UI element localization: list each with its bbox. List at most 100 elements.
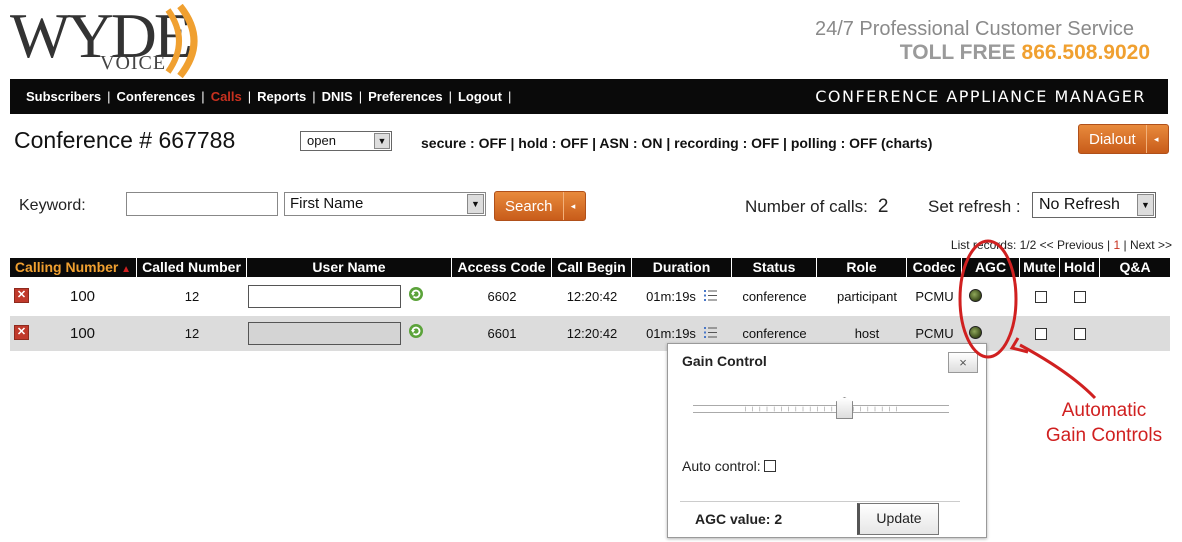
dropdown-arrow-icon[interactable]: ◂ — [562, 192, 583, 220]
called-number-cell: 12 — [184, 289, 200, 304]
called-number-cell: 12 — [184, 326, 200, 341]
logo-subtext: VOICE — [100, 52, 167, 74]
chevron-down-icon: ▼ — [1137, 194, 1154, 216]
column-user-name[interactable]: User Name — [247, 258, 452, 277]
list-details-icon[interactable] — [704, 326, 717, 339]
column-role[interactable]: Role — [817, 258, 907, 277]
search-button[interactable]: Search ◂ — [494, 191, 586, 221]
chevron-down-icon: ▼ — [374, 133, 390, 149]
annotation-arrow-line — [1019, 343, 1097, 400]
nav-separator: | — [201, 89, 205, 104]
nav-separator: | — [508, 89, 512, 104]
divider — [680, 501, 960, 502]
call-begin-cell: 12:20:42 — [566, 326, 618, 341]
access-code-cell: 6601 — [487, 326, 517, 341]
keyword-input[interactable] — [126, 192, 278, 216]
table-row: ✕ 100 12 6601 12:20:42 01m:19s conferenc… — [10, 316, 1170, 351]
column-qa[interactable]: Q&A — [1100, 258, 1170, 277]
nav-separator: | — [448, 89, 452, 104]
wyde-voice-logo: WYDE VOICE — [10, 4, 225, 78]
status-cell: conference — [742, 289, 807, 304]
slider-thumb[interactable] — [836, 397, 854, 419]
refresh-select-value: No Refresh — [1039, 196, 1120, 213]
nav-item-reports[interactable]: Reports — [257, 89, 306, 104]
conference-state-value: open — [307, 133, 336, 148]
nav-item-subscribers[interactable]: Subscribers — [26, 89, 101, 104]
mute-checkbox[interactable] — [1035, 291, 1047, 303]
column-duration[interactable]: Duration — [632, 258, 732, 277]
tagline: 24/7 Professional Customer Service — [814, 18, 1134, 40]
column-calling-number[interactable]: Calling Number ▲ — [10, 258, 137, 277]
column-status[interactable]: Status — [732, 258, 817, 277]
agc-control-icon[interactable] — [969, 326, 982, 339]
keyword-label: Keyword: — [19, 197, 86, 214]
save-refresh-icon[interactable] — [408, 323, 424, 339]
nav-separator: | — [247, 89, 252, 104]
app-title: CONFERENCE APPLIANCE MANAGER — [815, 87, 1146, 106]
calling-number-cell: 100 — [69, 288, 96, 305]
conference-state-select[interactable]: open ▼ — [300, 131, 392, 151]
nav-item-preferences[interactable]: Preferences — [368, 89, 442, 104]
dialout-button[interactable]: Dialout ◂ — [1078, 124, 1169, 154]
auto-control-checkbox[interactable] — [763, 460, 776, 472]
delete-call-icon[interactable]: ✕ — [14, 325, 29, 340]
column-call-begin[interactable]: Call Begin — [552, 258, 632, 277]
user-name-input[interactable] — [248, 285, 401, 308]
role-cell: participant — [837, 289, 897, 304]
dialog-titlebar[interactable]: Gain Control × — [668, 344, 986, 378]
toll-free: TOLL FREE 866.508.9020 — [900, 41, 1150, 65]
number-of-calls-label: Number of calls: — [745, 197, 868, 216]
calling-number-cell: 100 — [69, 325, 96, 342]
table-row: ✕ 100 12 6602 12:20:42 01m:19s conferenc… — [10, 279, 1170, 314]
number-of-calls: Number of calls: 2 — [745, 196, 888, 218]
nav-separator: | — [358, 89, 363, 104]
nav-item-conferences[interactable]: Conferences — [117, 89, 196, 104]
annotation-label: Automatic Gain Controls — [1030, 398, 1178, 448]
auto-control: Auto control: — [682, 458, 776, 474]
annotation-line-1: Automatic — [1061, 400, 1147, 421]
user-name-input[interactable] — [248, 322, 401, 345]
search-field-value: First Name — [290, 195, 364, 212]
duration-cell: 01m:19s — [646, 289, 696, 304]
agc-control-icon[interactable] — [969, 289, 982, 302]
refresh-select[interactable]: No Refresh ▼ — [1032, 192, 1156, 218]
dialog-title: Gain Control — [682, 353, 767, 369]
auto-control-label: Auto control: — [682, 458, 761, 474]
nav-menu: Subscribers | Conferences | Calls | Reports… — [26, 89, 511, 104]
logo-wave-icon — [165, 4, 198, 78]
nav-item-calls[interactable]: Calls — [211, 89, 242, 104]
pagination-page-1[interactable]: 1 — [1113, 238, 1120, 252]
column-agc[interactable]: AGC — [962, 258, 1020, 277]
column-codec[interactable]: Codec — [907, 258, 962, 277]
delete-call-icon[interactable]: ✕ — [14, 288, 29, 303]
call-begin-cell: 12:20:42 — [566, 289, 618, 304]
dropdown-arrow-icon[interactable]: ◂ — [1145, 125, 1166, 153]
pagination-previous[interactable]: << Previous — [1040, 238, 1104, 252]
column-access-code[interactable]: Access Code — [452, 258, 552, 277]
set-refresh-label: Set refresh : — [928, 197, 1021, 216]
column-mute[interactable]: Mute — [1020, 258, 1060, 277]
update-button[interactable]: Update — [857, 503, 939, 535]
nav-item-dnis[interactable]: DNIS — [322, 89, 353, 104]
number-of-calls-value: 2 — [877, 196, 889, 217]
hold-checkbox[interactable] — [1074, 328, 1086, 340]
chevron-down-icon: ▼ — [467, 194, 484, 214]
list-details-icon[interactable] — [704, 289, 717, 302]
nav-item-logout[interactable]: Logout — [458, 89, 502, 104]
conference-title: Conference # 667788 — [14, 127, 236, 153]
close-icon[interactable]: × — [948, 352, 978, 373]
search-field-select[interactable]: First Name ▼ — [284, 192, 486, 216]
mute-checkbox[interactable] — [1035, 328, 1047, 340]
column-hold[interactable]: Hold — [1060, 258, 1100, 277]
save-refresh-icon[interactable] — [408, 286, 424, 302]
calls-table-header: Calling Number ▲ Called Number User Name… — [10, 258, 1170, 277]
dialout-button-label: Dialout — [1089, 130, 1136, 148]
gain-control-dialog: Gain Control × Auto control: AGC value: … — [667, 343, 987, 538]
pagination-summary: List records: 1/2 — [950, 238, 1037, 252]
hold-checkbox[interactable] — [1074, 291, 1086, 303]
pagination-next[interactable]: Next >> — [1130, 238, 1172, 252]
gain-slider[interactable] — [693, 397, 949, 419]
search-button-label: Search — [505, 197, 553, 215]
nav-separator: | — [312, 89, 316, 104]
column-called-number[interactable]: Called Number — [137, 258, 247, 277]
